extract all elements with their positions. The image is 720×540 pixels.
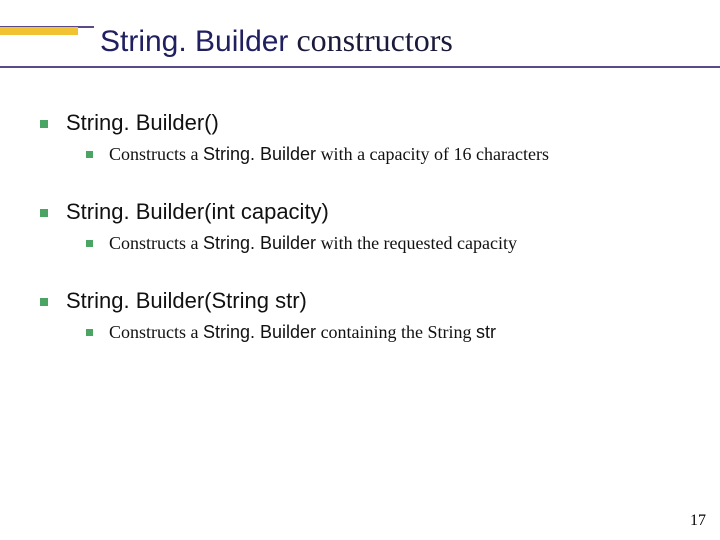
list-item: String. Builder(String str) xyxy=(40,288,690,314)
bullet-icon xyxy=(86,151,93,158)
title-part-serif: constructors xyxy=(288,22,452,58)
bullet-icon xyxy=(40,120,48,128)
desc-code: String. Builder xyxy=(203,233,316,253)
desc-text: with the requested capacity xyxy=(316,233,517,253)
desc-code: str xyxy=(476,322,496,342)
list-subitem: Constructs a String. Builder with the re… xyxy=(86,233,690,254)
page-number: 17 xyxy=(690,512,706,530)
constructor-heading: String. Builder() xyxy=(66,110,219,136)
bullet-icon xyxy=(40,209,48,217)
list-item: String. Builder() xyxy=(40,110,690,136)
title-part-sans: String. Builder xyxy=(100,25,288,58)
constructor-description: Constructs a String. Builder with a capa… xyxy=(109,144,549,165)
desc-text: Constructs a xyxy=(109,322,203,342)
bullet-icon xyxy=(86,240,93,247)
desc-code: String. Builder xyxy=(203,144,316,164)
desc-text: containing the String xyxy=(316,322,476,342)
slide-title: String. Builder constructors xyxy=(100,22,453,59)
constructor-heading: String. Builder(int capacity) xyxy=(66,199,329,225)
list-subitem: Constructs a String. Builder containing … xyxy=(86,322,690,343)
content-area: String. Builder() Constructs a String. B… xyxy=(40,110,690,363)
title-rule-bottom xyxy=(0,66,720,68)
list-subitem: Constructs a String. Builder with a capa… xyxy=(86,144,690,165)
constructor-description: Constructs a String. Builder with the re… xyxy=(109,233,517,254)
desc-code: String. Builder xyxy=(203,322,316,342)
title-accent-bar xyxy=(0,27,78,35)
desc-text: Constructs a xyxy=(109,233,203,253)
constructor-description: Constructs a String. Builder containing … xyxy=(109,322,496,343)
list-item: String. Builder(int capacity) xyxy=(40,199,690,225)
constructor-heading: String. Builder(String str) xyxy=(66,288,307,314)
desc-text: Constructs a xyxy=(109,144,203,164)
bullet-icon xyxy=(40,298,48,306)
desc-text: with a capacity of 16 characters xyxy=(316,144,549,164)
bullet-icon xyxy=(86,329,93,336)
